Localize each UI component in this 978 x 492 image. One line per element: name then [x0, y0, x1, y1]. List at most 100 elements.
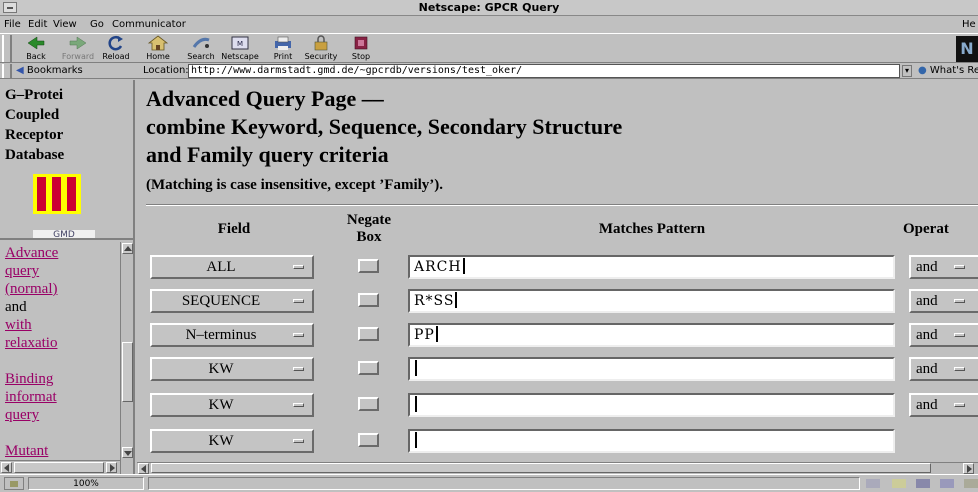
sidebar-link-binding-query[interactable]: informat [5, 388, 57, 406]
sidebar-link-mutant-information[interactable]: Mutant [5, 442, 48, 460]
menu-go[interactable]: Go [90, 19, 104, 30]
url-dropdown-button[interactable]: ▾ [902, 65, 912, 77]
back-button[interactable]: Back [13, 35, 59, 63]
sidebar-link-binding-query[interactable]: query [5, 406, 39, 424]
sidebar-link-with-relaxation[interactable]: relaxatio [5, 334, 57, 352]
netscape-button[interactable]: M Netscape [217, 35, 263, 63]
operator-select[interactable]: and [909, 255, 978, 279]
field-select[interactable]: ALL [150, 255, 314, 279]
operator-select[interactable]: and [909, 323, 978, 347]
home-button[interactable]: Home [135, 35, 181, 63]
negate-toggle[interactable] [358, 259, 379, 273]
status-message [148, 477, 860, 490]
stop-button[interactable]: Stop [338, 35, 384, 63]
scroll-right-arrow-icon[interactable] [106, 462, 117, 473]
status-bar: 100% [0, 474, 978, 492]
field-select[interactable]: N–terminus [150, 323, 314, 347]
sidebar-link-advanced-query[interactable]: (normal) [5, 280, 57, 298]
sidebar-scroll-thumb[interactable] [122, 342, 133, 402]
pattern-input[interactable]: ARCH [408, 255, 895, 279]
dropdown-indicator-icon [293, 367, 304, 371]
operator-column-header: Operat [903, 221, 949, 237]
window-title: Netscape: GPCR Query [418, 1, 560, 14]
menu-file[interactable]: File [4, 19, 21, 30]
menu-bar: File Edit View Go Communicator He [0, 17, 978, 33]
dropdown-indicator-icon [954, 367, 965, 371]
tray-grip-icon[interactable] [866, 479, 880, 488]
pattern-input[interactable]: PP [408, 323, 895, 347]
negate-toggle[interactable] [358, 361, 379, 375]
sidebar-horizontal-scrollbar[interactable] [0, 460, 120, 474]
pattern-input[interactable] [408, 357, 895, 381]
netscape-logo[interactable]: N [956, 36, 978, 62]
mail-icon[interactable] [916, 479, 930, 488]
component-tray [864, 477, 978, 490]
operator-select[interactable]: and [909, 357, 978, 381]
case-sensitivity-note: (Matching is case insensitive, except ’F… [146, 177, 444, 193]
menu-view[interactable]: View [53, 19, 77, 30]
sidebar-link-binding-query[interactable]: Binding [5, 370, 53, 388]
whats-related-button[interactable]: ● What's Relat [918, 65, 978, 76]
security-lock-icon[interactable] [4, 477, 24, 490]
gmd-logo: GMD [33, 230, 95, 238]
negate-column-header: Negate Box [346, 212, 392, 245]
left-navigation-frame: G–Protei Coupled Receptor Database GMD A… [0, 80, 135, 474]
sidebar-link-advanced-query[interactable]: query [5, 262, 39, 280]
composer-icon[interactable] [964, 479, 978, 488]
menu-help[interactable]: He [962, 19, 976, 30]
scroll-left-arrow-icon[interactable] [1, 462, 12, 473]
toolbar-grip[interactable] [2, 35, 12, 62]
operator-select[interactable]: and [909, 289, 978, 313]
home-icon [147, 35, 169, 51]
sidebar-link-advanced-query[interactable]: Advance [5, 244, 58, 262]
field-column-header: Field [217, 221, 251, 237]
newsgroups-icon[interactable] [940, 479, 954, 488]
scroll-left-arrow-icon[interactable] [138, 463, 149, 474]
field-select[interactable]: KW [150, 393, 314, 417]
sidebar-hscroll-thumb[interactable] [14, 462, 104, 473]
forward-arrow-icon [67, 35, 89, 51]
query-form-frame: Advanced Query Page –– combine Keyword, … [137, 80, 978, 474]
url-input[interactable]: http://www.darmstadt.gmd.de/~gpcrdb/vers… [188, 64, 900, 78]
reload-button[interactable]: Reload [93, 35, 139, 63]
main-hscroll-thumb[interactable] [151, 463, 931, 473]
navigator-icon[interactable] [892, 479, 906, 488]
location-grip[interactable] [2, 64, 12, 78]
lock-icon [310, 35, 332, 51]
browser-window: Netscape: GPCR Query File Edit View Go C… [0, 0, 978, 492]
dropdown-indicator-icon [293, 265, 304, 269]
query-row: ALL ARCH and [137, 255, 978, 281]
database-title-frame: G–Protei Coupled Receptor Database GMD [0, 80, 133, 240]
scroll-right-arrow-icon[interactable] [963, 463, 974, 474]
scroll-up-arrow-icon[interactable] [122, 243, 133, 254]
dropdown-indicator-icon [293, 333, 304, 337]
dropdown-indicator-icon [954, 333, 965, 337]
field-select[interactable]: KW [150, 429, 314, 453]
dropdown-indicator-icon [954, 299, 965, 303]
query-row: KW and [137, 357, 978, 383]
sidebar-vertical-scrollbar[interactable] [120, 242, 133, 474]
field-select[interactable]: KW [150, 357, 314, 381]
pattern-input[interactable] [408, 429, 895, 453]
negate-toggle[interactable] [358, 397, 379, 411]
field-select[interactable]: SEQUENCE [150, 289, 314, 313]
load-progress: 100% [28, 477, 144, 490]
text-cursor [435, 326, 438, 342]
negate-toggle[interactable] [358, 293, 379, 307]
operator-select[interactable]: and [909, 393, 978, 417]
menu-communicator[interactable]: Communicator [112, 19, 186, 30]
divider [146, 204, 978, 206]
bookmark-icon: ◀ [16, 65, 24, 76]
scroll-down-arrow-icon[interactable] [122, 447, 133, 458]
navigation-toolbar: Back Forward Reload Home Search M Netsca… [0, 33, 978, 63]
menu-edit[interactable]: Edit [28, 19, 47, 30]
pattern-input[interactable] [408, 393, 895, 417]
bookmarks-button[interactable]: ◀ Bookmarks [16, 65, 83, 76]
negate-toggle[interactable] [358, 433, 379, 447]
negate-toggle[interactable] [358, 327, 379, 341]
location-label: Location: [143, 65, 189, 76]
main-horizontal-scrollbar[interactable] [137, 462, 978, 474]
dropdown-indicator-icon [293, 403, 304, 407]
pattern-input[interactable]: R*SS [408, 289, 895, 313]
sidebar-link-with-relaxation[interactable]: with [5, 316, 32, 334]
